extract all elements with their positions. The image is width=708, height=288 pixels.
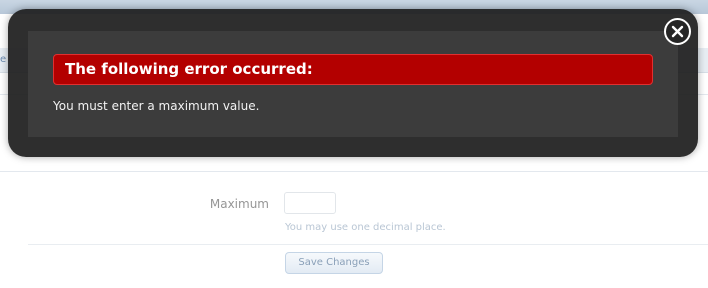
- save-changes-button[interactable]: Save Changes: [285, 252, 383, 274]
- maximum-form-row: Maximum You may use one decimal place.: [0, 186, 708, 246]
- maximum-input[interactable]: [284, 192, 336, 214]
- maximum-hint: You may use one decimal place.: [285, 222, 446, 233]
- error-message: You must enter a maximum value.: [53, 99, 260, 113]
- divider: [28, 244, 708, 245]
- error-dialog-body: The following error occurred: You must e…: [28, 31, 678, 137]
- error-overlay: The following error occurred: You must e…: [8, 9, 698, 157]
- close-dialog-button[interactable]: [664, 18, 691, 45]
- maximum-label: Maximum: [209, 197, 269, 211]
- nav-tab-fragment[interactable]: e: [0, 54, 8, 66]
- divider: [0, 171, 708, 172]
- close-icon: [671, 25, 684, 38]
- error-title: The following error occurred:: [53, 54, 653, 85]
